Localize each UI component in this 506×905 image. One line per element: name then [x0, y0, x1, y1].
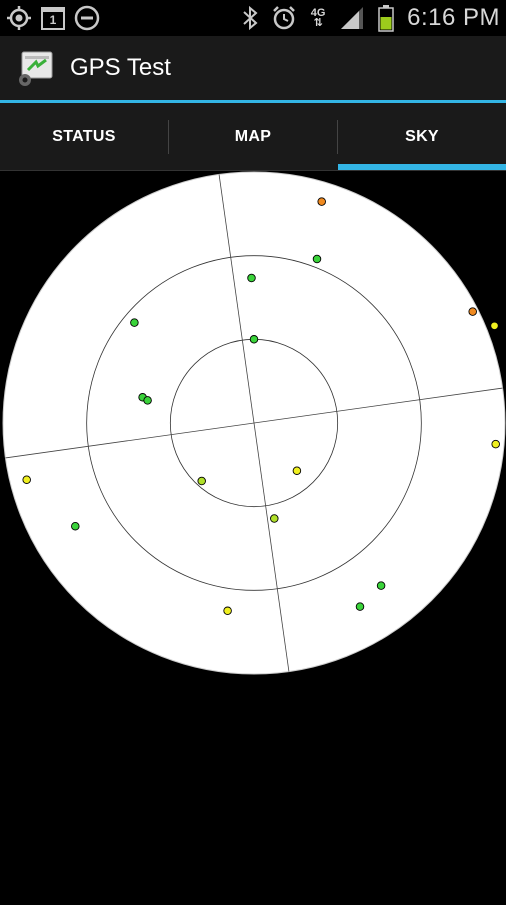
satellite-marker [197, 476, 206, 486]
app-title: GPS Test [70, 54, 171, 81]
satellite-marker [249, 335, 259, 344]
satellite-marker [490, 321, 499, 331]
satellite-marker [223, 606, 232, 616]
satellite-marker [317, 197, 326, 206]
satellite-marker [270, 514, 279, 523]
calendar-icon: 1 [40, 5, 66, 31]
satellite-marker [292, 466, 302, 475]
satellite-marker [468, 307, 477, 316]
satellite-marker [22, 475, 31, 484]
tab-sky[interactable]: SKY [338, 103, 506, 170]
tab-map-label: MAP [234, 127, 272, 145]
tab-map[interactable]: MAP [169, 103, 337, 170]
tab-status[interactable]: STATUS [0, 103, 168, 170]
satellite-marker [376, 581, 386, 590]
signal-icon [339, 5, 365, 31]
satellite-marker [143, 396, 152, 405]
action-bar: GPS Test [0, 36, 506, 100]
do-not-disturb-icon [74, 5, 100, 31]
tab-sky-label: SKY [405, 127, 439, 145]
gps-icon [6, 5, 32, 31]
status-bar: 1 4G ⇅ 6:16 PM [0, 0, 506, 36]
app-logo-icon[interactable] [16, 48, 56, 88]
status-bar-right: 4G ⇅ 6:16 PM [237, 4, 506, 32]
data-arrows-icon: ⇅ [313, 17, 323, 29]
satellite-marker [71, 521, 80, 531]
tab-bar: STATUS MAP SKY [0, 103, 506, 170]
satellite-marker [312, 254, 322, 264]
calendar-day: 1 [49, 13, 57, 27]
battery-icon [373, 5, 399, 32]
sky-plot[interactable] [0, 171, 506, 900]
network-4g-icon: 4G ⇅ [305, 5, 331, 31]
satellite-marker [355, 602, 365, 611]
tab-status-label: STATUS [52, 127, 116, 145]
satellite-marker [130, 318, 139, 327]
sky-view[interactable] [0, 171, 506, 900]
status-clock: 6:16 PM [407, 4, 500, 31]
bluetooth-icon [237, 5, 263, 31]
alarm-icon [271, 5, 297, 31]
satellite-marker [247, 273, 256, 283]
status-bar-left: 1 [0, 5, 100, 31]
satellite-marker [491, 439, 500, 449]
